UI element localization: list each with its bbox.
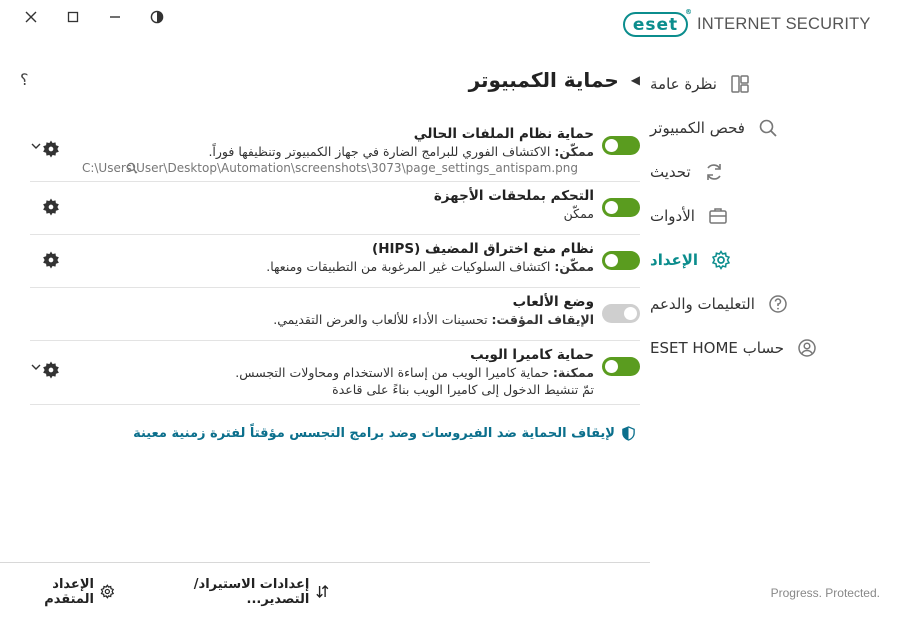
maximize-icon	[67, 11, 79, 23]
close-window-button[interactable]	[10, 6, 52, 28]
page-header: ◀ حماية الكمبيوتر	[469, 68, 640, 92]
sidebar-item-label: فحص الكمبيوتر	[650, 119, 745, 137]
setting-row-webcam-protection: حماية كاميرا الويب ممكنة: حماية كاميرا ا…	[30, 341, 640, 405]
sidebar-item-update[interactable]: تحديث	[650, 150, 900, 194]
gamer-mode-toggle[interactable]	[602, 304, 640, 323]
setting-status: ممكنة:	[552, 365, 594, 380]
setting-description: ممكّن: اكتشاف السلوكيات غير المرغوبة من …	[30, 258, 594, 275]
setting-desc-text: ممكّن	[563, 206, 594, 221]
hips-toggle[interactable]	[602, 251, 640, 270]
setting-status: ممكّن:	[554, 259, 594, 274]
setting-description-extra: تمّ تنشيط الدخول إلى كاميرا الويب بناءً …	[332, 382, 594, 397]
search-icon	[126, 162, 138, 174]
sidebar-item-scan[interactable]: فحص الكمبيوتر	[650, 106, 900, 150]
eset-logo-text: eset	[632, 14, 679, 35]
setting-row-hips: نظام منع اختراق المضيف (HIPS) ممكّن: اكت…	[30, 235, 640, 288]
gear-icon[interactable]	[42, 251, 60, 269]
briefcase-icon	[707, 205, 729, 227]
pause-protection-link[interactable]: لإيقاف الحماية ضد الفيروسات وضد برامج ال…	[133, 426, 650, 441]
sidebar-item-label: حساب ESET HOME	[650, 339, 785, 357]
setting-title: التحكم بملحقات الأجهزة	[433, 188, 594, 204]
setting-title: وضع الألعاب	[512, 294, 594, 310]
webcam-protection-toggle[interactable]	[602, 357, 640, 376]
setting-desc-text: الاكتشاف الفوري للبرامج الضارة في جهاز ا…	[208, 144, 555, 159]
advanced-setup-label: الإعداد المتقدم	[44, 576, 94, 607]
gear-icon[interactable]	[42, 140, 60, 158]
settings-list: حماية نظام الملفات الحالي ممكّن: الاكتشا…	[30, 120, 640, 405]
setting-description: ممكنة: حماية كاميرا الويب من إساءة الاست…	[30, 364, 594, 381]
footer-tagline: Progress. Protected.	[770, 586, 880, 600]
sidebar-item-label: الإعداد	[650, 251, 699, 269]
setting-desc-text: تحسينات الأداء للألعاب والعرض التقديمي.	[273, 312, 492, 327]
minimize-icon	[110, 16, 120, 18]
sidebar-item-label: التعليمات والدعم	[650, 295, 755, 313]
setting-row-gamer-mode: وضع الألعاب الإيقاف المؤقت: تحسينات الأد…	[30, 288, 640, 341]
gear-icon[interactable]	[42, 361, 60, 379]
sidebar: نظرة عامة فحص الكمبيوتر تحديث الأدوات ال…	[650, 62, 900, 370]
chevron-down-icon[interactable]	[30, 361, 42, 373]
sidebar-item-account[interactable]: حساب ESET HOME	[650, 326, 900, 370]
eset-logo-badge: eset ®	[623, 8, 692, 37]
setting-desc-text: اكتشاف السلوكيات غير المرغوبة من التطبيق…	[266, 259, 555, 274]
page-title: حماية الكمبيوتر	[468, 68, 619, 92]
bottom-action-bar: إعدادات الاستيراد/التصدير... الإعداد الم…	[0, 562, 650, 620]
setting-title: حماية كاميرا الويب	[470, 347, 594, 363]
setting-title: نظام منع اختراق المضيف (HIPS)	[372, 241, 594, 257]
sidebar-item-label: نظرة عامة	[650, 75, 717, 93]
gear-icon	[710, 249, 732, 271]
advanced-setup-button[interactable]: الإعداد المتقدم	[0, 577, 115, 607]
help-button[interactable]: ؟	[20, 70, 29, 89]
device-control-toggle[interactable]	[602, 198, 640, 217]
contrast-icon	[150, 10, 164, 24]
setting-text: حماية كاميرا الويب ممكنة: حماية كاميرا ا…	[30, 346, 594, 398]
main-panel: ؟ ◀ حماية الكمبيوتر حماية نظام الملفات ا…	[20, 62, 650, 562]
setting-row-device-control: التحكم بملحقات الأجهزة ممكّن	[30, 182, 640, 235]
setting-text: وضع الألعاب الإيقاف المؤقت: تحسينات الأد…	[30, 293, 594, 328]
product-name: INTERNET SECURITY	[697, 15, 871, 33]
setting-desc-text: حماية كاميرا الويب من إساءة الاستخدام وم…	[235, 365, 553, 380]
app-logo: eset ® INTERNET SECURITY	[623, 8, 871, 37]
sidebar-item-setup[interactable]: الإعداد	[650, 238, 900, 282]
gear-icon[interactable]	[42, 198, 60, 216]
window-controls	[10, 6, 178, 28]
setting-status: الإيقاف المؤقت:	[491, 312, 594, 327]
import-export-settings-button[interactable]: إعدادات الاستيراد/التصدير...	[135, 577, 330, 607]
setting-text: حماية نظام الملفات الحالي ممكّن: الاكتشا…	[30, 125, 594, 176]
back-arrow-icon[interactable]: ◀	[631, 73, 640, 87]
import-export-label: إعدادات الاستيراد/التصدير...	[193, 576, 310, 607]
sidebar-item-help[interactable]: التعليمات والدعم	[650, 282, 900, 326]
close-icon	[25, 11, 37, 23]
setting-description: الإيقاف المؤقت: تحسينات الأداء للألعاب و…	[30, 311, 594, 328]
overview-icon	[729, 73, 751, 95]
sidebar-item-label: تحديث	[650, 163, 691, 181]
chevron-down-icon[interactable]	[30, 140, 42, 152]
minimize-window-button[interactable]	[94, 6, 136, 28]
sidebar-item-tools[interactable]: الأدوات	[650, 194, 900, 238]
search-icon	[757, 117, 779, 139]
setting-status: ممكّن:	[554, 144, 594, 159]
theme-toggle-button[interactable]	[136, 6, 178, 28]
account-icon	[796, 337, 818, 359]
sidebar-item-label: الأدوات	[650, 207, 695, 225]
shield-icon	[622, 426, 635, 441]
setting-row-realtime-protection: حماية نظام الملفات الحالي ممكّن: الاكتشا…	[30, 120, 640, 182]
refresh-icon	[703, 161, 725, 183]
maximize-window-button[interactable]	[52, 6, 94, 28]
sidebar-item-overview[interactable]: نظرة عامة	[650, 62, 900, 106]
realtime-protection-toggle[interactable]	[602, 136, 640, 155]
setting-text: نظام منع اختراق المضيف (HIPS) ممكّن: اكت…	[30, 240, 594, 275]
setting-description: ممكّن	[30, 205, 594, 222]
setting-path: C:\Users\User\Desktop\Automation\screens…	[81, 161, 578, 175]
sort-arrows-icon	[316, 585, 329, 598]
pause-protection-label: لإيقاف الحماية ضد الفيروسات وضد برامج ال…	[133, 426, 615, 441]
setting-text: التحكم بملحقات الأجهزة ممكّن	[30, 187, 594, 222]
gear-icon	[100, 584, 115, 599]
help-icon	[767, 293, 789, 315]
setting-description: ممكّن: الاكتشاف الفوري للبرامج الضارة في…	[30, 143, 594, 160]
setting-title: حماية نظام الملفات الحالي	[413, 126, 594, 142]
